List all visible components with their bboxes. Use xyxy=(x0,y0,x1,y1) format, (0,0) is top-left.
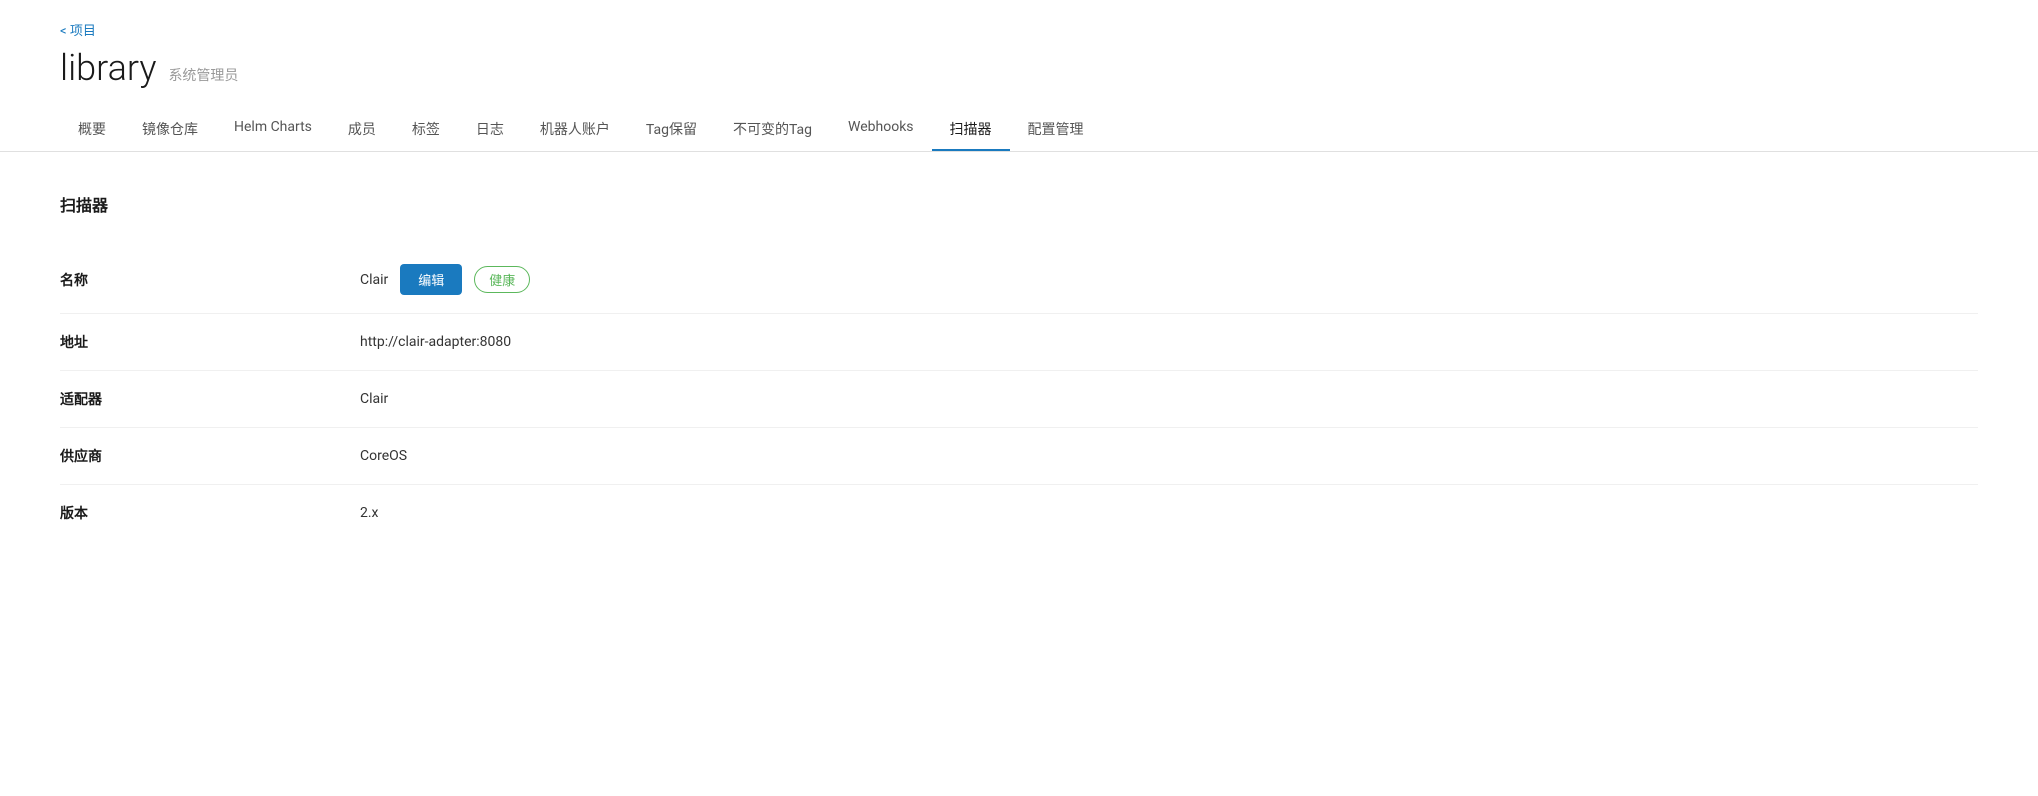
tab-logs[interactable]: 日志 xyxy=(458,109,522,151)
back-link[interactable]: < 项目 xyxy=(60,20,96,39)
project-title-area: library 系统管理员 xyxy=(60,47,1978,89)
edit-button[interactable]: 编辑 xyxy=(400,264,462,295)
label-name: 名称 xyxy=(60,270,360,290)
tab-image-repo[interactable]: 镜像仓库 xyxy=(124,109,216,151)
scanner-name-value: Clair xyxy=(360,272,388,288)
vendor-value: CoreOS xyxy=(360,448,407,464)
status-badge: 健康 xyxy=(474,266,530,293)
tab-members[interactable]: 成员 xyxy=(330,109,394,151)
label-adapter: 适配器 xyxy=(60,389,360,409)
scanner-info-table: 名称 Clair 编辑 健康 地址 http://clair-adapter:8… xyxy=(60,246,1978,541)
tab-robot-accounts[interactable]: 机器人账户 xyxy=(522,109,628,151)
section-title: 扫描器 xyxy=(60,192,1978,216)
nav-tabs: 概要 镜像仓库 Helm Charts 成员 标签 日志 机器人账户 Tag保留… xyxy=(0,109,2038,152)
info-row-address: 地址 http://clair-adapter:8080 xyxy=(60,314,1978,371)
info-row-name: 名称 Clair 编辑 健康 xyxy=(60,246,1978,314)
tab-tags[interactable]: 标签 xyxy=(394,109,458,151)
label-version: 版本 xyxy=(60,503,360,523)
tab-webhooks[interactable]: Webhooks xyxy=(830,109,932,151)
tab-helm-charts[interactable]: Helm Charts xyxy=(216,109,330,151)
tab-scanner[interactable]: 扫描器 xyxy=(932,109,1010,151)
label-vendor: 供应商 xyxy=(60,446,360,466)
value-adapter: Clair xyxy=(360,391,388,407)
tab-config[interactable]: 配置管理 xyxy=(1010,109,1102,151)
value-name: Clair 编辑 健康 xyxy=(360,264,530,295)
project-name: library xyxy=(60,47,156,89)
address-value: http://clair-adapter:8080 xyxy=(360,334,511,350)
top-header: < 项目 library 系统管理员 xyxy=(0,0,2038,89)
tab-overview[interactable]: 概要 xyxy=(60,109,124,151)
version-value: 2.x xyxy=(360,505,379,521)
project-role: 系统管理员 xyxy=(168,65,238,85)
info-row-adapter: 适配器 Clair xyxy=(60,371,1978,428)
adapter-value: Clair xyxy=(360,391,388,407)
content-area: 扫描器 名称 Clair 编辑 健康 地址 http://clair-adapt… xyxy=(0,152,2038,581)
value-vendor: CoreOS xyxy=(360,448,407,464)
tab-tag-retention[interactable]: Tag保留 xyxy=(628,109,715,151)
value-address: http://clair-adapter:8080 xyxy=(360,334,511,350)
page-container: < 项目 library 系统管理员 概要 镜像仓库 Helm Charts 成… xyxy=(0,0,2038,796)
info-row-vendor: 供应商 CoreOS xyxy=(60,428,1978,485)
info-row-version: 版本 2.x xyxy=(60,485,1978,541)
tab-immutable-tag[interactable]: 不可变的Tag xyxy=(715,109,830,151)
value-version: 2.x xyxy=(360,505,379,521)
label-address: 地址 xyxy=(60,332,360,352)
